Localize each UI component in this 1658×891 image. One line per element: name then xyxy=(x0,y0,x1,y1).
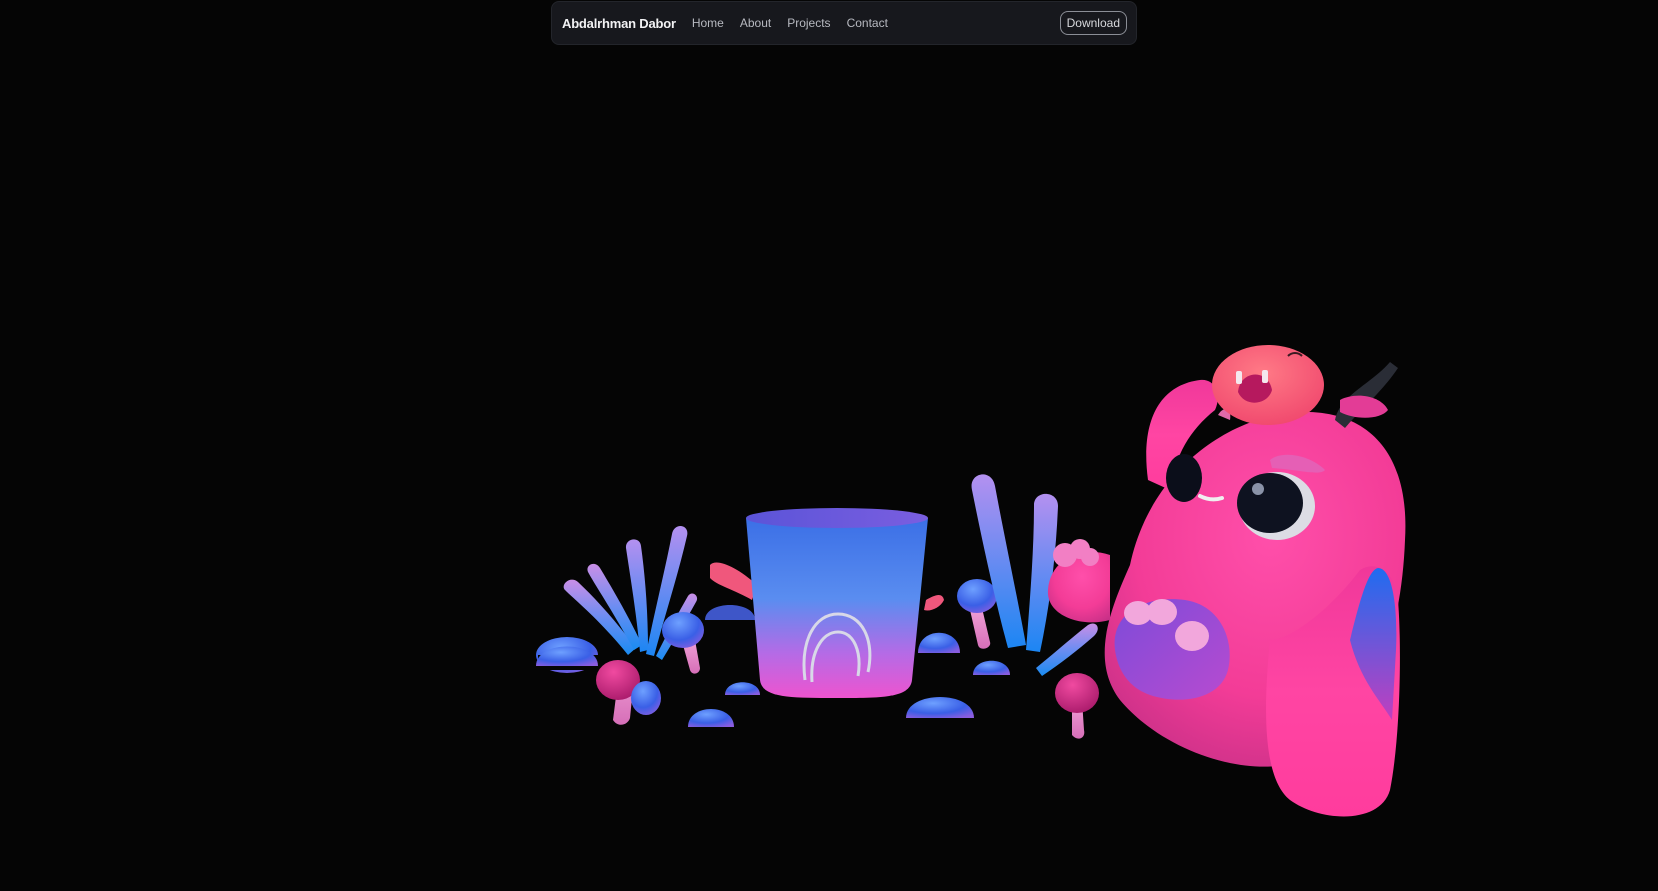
download-button[interactable]: Download xyxy=(1059,11,1127,35)
nav-link-projects[interactable]: Projects xyxy=(787,16,830,30)
top-navbar: Abdalrhman Dabor Home About Projects Con… xyxy=(551,1,1137,45)
plant-pot xyxy=(710,508,944,698)
left-mushrooms xyxy=(536,605,760,727)
page: Abdalrhman Dabor Home About Projects Con… xyxy=(0,0,1658,891)
brand-name[interactable]: Abdalrhman Dabor xyxy=(562,16,676,31)
pink-creature xyxy=(1047,379,1406,817)
nav-link-home[interactable]: Home xyxy=(692,16,724,30)
nav-link-contact[interactable]: Contact xyxy=(847,16,888,30)
hero-3d-scene[interactable] xyxy=(0,0,1658,891)
nav-link-about[interactable]: About xyxy=(740,16,771,30)
